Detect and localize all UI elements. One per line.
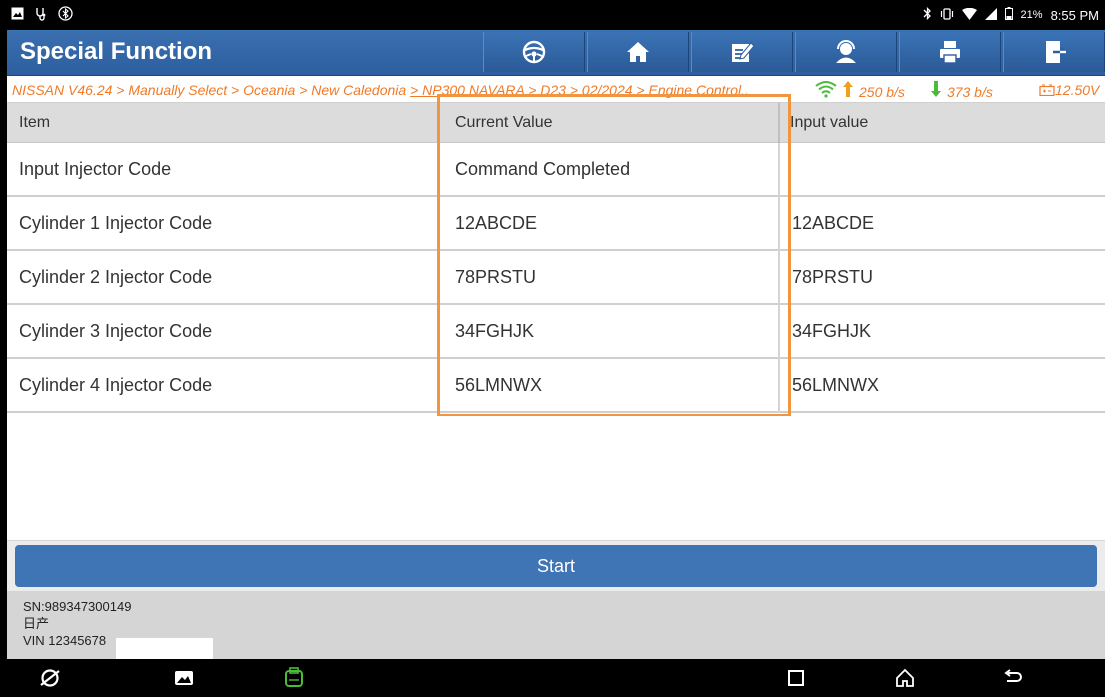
support-button[interactable] bbox=[795, 32, 897, 72]
download-arrow-icon bbox=[930, 81, 941, 102]
gallery-icon[interactable] bbox=[173, 667, 195, 689]
exit-button[interactable] bbox=[1003, 32, 1105, 72]
item-cell: Input Injector Code bbox=[19, 159, 172, 179]
vibrate-icon bbox=[940, 7, 954, 23]
column-header-item: Item bbox=[19, 114, 51, 131]
empty-area bbox=[7, 416, 1105, 541]
download-rate: 373 b/s bbox=[946, 83, 993, 100]
table-header: Item Current Value Input value bbox=[7, 103, 1105, 143]
network-status: 250 b/s 373 b/s bbox=[815, 80, 993, 102]
exit-icon bbox=[1046, 41, 1067, 63]
item-cell: Cylinder 4 Injector Code bbox=[19, 375, 213, 395]
bluetooth-settings-icon bbox=[58, 6, 73, 24]
breadcrumb-link[interactable]: > NP300 NAVARA > D23 > 02/2024 > Engine … bbox=[410, 82, 749, 98]
support-user-icon bbox=[836, 40, 856, 63]
serial-number: SN:989347300149 bbox=[23, 599, 132, 614]
table-row[interactable]: Input Injector Code Command Completed bbox=[7, 143, 1105, 197]
vehicle-info-panel: SN:989347300149 日产 VIN 12345678 bbox=[7, 591, 1105, 662]
table-row[interactable]: Cylinder 2 Injector Code 78PRSTU 78PRSTU bbox=[7, 251, 1105, 305]
vci-icon[interactable] bbox=[283, 667, 305, 689]
wifi-icon bbox=[961, 7, 977, 23]
battery-percent: 21% bbox=[1020, 9, 1043, 21]
clock: 8:55 PM bbox=[1050, 7, 1099, 23]
battery-voltage: 12.50V bbox=[1039, 82, 1099, 98]
recents-icon[interactable] bbox=[785, 667, 807, 689]
table-row[interactable]: Cylinder 3 Injector Code 34FGHJK 34FGHJK bbox=[7, 305, 1105, 359]
wifi-signal-icon bbox=[815, 80, 837, 102]
input-value-cell[interactable] bbox=[780, 143, 1105, 197]
steering-wheel-icon bbox=[522, 40, 546, 64]
button-bar: Start bbox=[7, 541, 1105, 591]
injector-code-table: Item Current Value Input value Input Inj… bbox=[7, 103, 1105, 413]
browser-icon[interactable] bbox=[39, 667, 61, 689]
table-row[interactable]: Cylinder 4 Injector Code 56LMNWX 56LMNWX bbox=[7, 359, 1105, 413]
android-status-bar: 21% 8:55 PM bbox=[7, 0, 1105, 30]
page-title: Special Function bbox=[20, 38, 213, 65]
app-frame: 21% 8:55 PM Special Function NISSAN V46.… bbox=[7, 0, 1105, 697]
start-button[interactable]: Start bbox=[15, 545, 1097, 587]
steering-wheel-button[interactable] bbox=[483, 32, 585, 72]
current-value-cell: 34FGHJK bbox=[437, 305, 780, 359]
print-icon bbox=[940, 41, 960, 64]
voltage-value: 12.50V bbox=[1055, 82, 1100, 98]
current-value-cell: Command Completed bbox=[437, 143, 780, 197]
item-cell: Cylinder 2 Injector Code bbox=[19, 267, 213, 287]
bluetooth-icon bbox=[923, 6, 932, 23]
back-icon[interactable] bbox=[1002, 667, 1024, 689]
input-value-cell[interactable]: 34FGHJK bbox=[780, 305, 1105, 359]
item-cell: Cylinder 3 Injector Code bbox=[19, 321, 213, 341]
current-value-cell: 56LMNWX bbox=[437, 359, 780, 413]
signal-icon bbox=[984, 7, 997, 23]
battery-icon bbox=[1004, 7, 1013, 23]
column-header-current-value: Current Value bbox=[437, 103, 780, 143]
current-value-cell: 78PRSTU bbox=[437, 251, 780, 305]
edit-button[interactable] bbox=[691, 32, 793, 72]
item-cell: Cylinder 1 Injector Code bbox=[19, 213, 213, 233]
edit-icon bbox=[732, 42, 755, 62]
table-row[interactable]: Cylinder 1 Injector Code 12ABCDE 12ABCDE bbox=[7, 197, 1105, 251]
breadcrumb-path: NISSAN V46.24 > Manually Select > Oceani… bbox=[12, 82, 411, 98]
upload-rate: 250 b/s bbox=[859, 83, 905, 100]
breadcrumb-bar: NISSAN V46.24 > Manually Select > Oceani… bbox=[7, 77, 1105, 103]
car-battery-icon bbox=[1039, 84, 1055, 97]
input-value-cell[interactable]: 78PRSTU bbox=[780, 251, 1105, 305]
image-icon bbox=[11, 7, 24, 23]
app-header: Special Function bbox=[7, 30, 1105, 76]
home-button[interactable] bbox=[587, 32, 689, 72]
breadcrumb[interactable]: NISSAN V46.24 > Manually Select > Oceani… bbox=[12, 82, 812, 98]
android-nav-bar bbox=[7, 659, 1105, 697]
home-nav-icon[interactable] bbox=[894, 667, 916, 689]
home-icon bbox=[627, 42, 649, 62]
upload-arrow-icon bbox=[843, 81, 853, 102]
stethoscope-icon bbox=[34, 7, 48, 24]
current-value-cell: 12ABCDE bbox=[437, 197, 780, 251]
column-header-input-value: Input value bbox=[790, 114, 869, 131]
input-value-cell[interactable]: 56LMNWX bbox=[780, 359, 1105, 413]
input-value-cell[interactable]: 12ABCDE bbox=[780, 197, 1105, 251]
toolbar bbox=[483, 32, 1105, 72]
vehicle-make: 日产 bbox=[23, 616, 50, 631]
print-button[interactable] bbox=[899, 32, 1001, 72]
